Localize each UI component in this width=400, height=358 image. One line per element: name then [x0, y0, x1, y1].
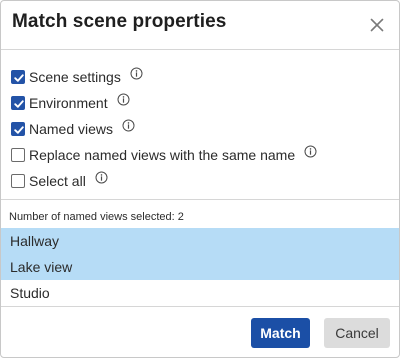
replace-named-views-label: Replace named views with the same name	[29, 147, 296, 163]
close-button[interactable]	[365, 13, 389, 37]
section-divider	[1, 199, 399, 200]
list-item-hallway[interactable]: Hallway	[1, 228, 399, 254]
info-icon[interactable]	[122, 119, 135, 132]
select-all-checkbox[interactable]	[11, 174, 25, 188]
cancel-button[interactable]: Cancel	[324, 318, 390, 348]
select-all-label: Select all	[29, 173, 86, 189]
list-item-studio[interactable]: Studio	[1, 280, 399, 306]
option-scene-settings[interactable]: Scene settings	[11, 64, 317, 90]
named-views-checkbox[interactable]	[11, 122, 25, 136]
info-icon[interactable]	[117, 93, 130, 106]
options-list: Scene settings Environment Named views R…	[11, 64, 317, 194]
named-views-label: Named views	[29, 121, 114, 137]
dialog-footer: Match Cancel	[1, 306, 399, 357]
scene-settings-checkbox[interactable]	[11, 70, 25, 84]
environment-checkbox[interactable]	[11, 96, 25, 110]
match-scene-properties-dialog: Match scene properties Scene settings En…	[0, 0, 400, 358]
info-icon[interactable]	[130, 67, 143, 80]
option-select-all[interactable]: Select all	[11, 168, 317, 194]
dialog-header: Match scene properties	[1, 1, 399, 50]
info-icon[interactable]	[95, 171, 108, 184]
match-button[interactable]: Match	[251, 318, 310, 348]
named-views-count: Number of named views selected: 2	[9, 211, 184, 223]
info-icon[interactable]	[304, 145, 317, 158]
named-views-list: Hallway Lake view Studio	[1, 228, 399, 306]
option-named-views[interactable]: Named views	[11, 116, 317, 142]
dialog-title: Match scene properties	[12, 11, 227, 32]
close-icon	[370, 18, 384, 32]
option-environment[interactable]: Environment	[11, 90, 317, 116]
list-item-lake-view[interactable]: Lake view	[1, 254, 399, 280]
environment-label: Environment	[29, 95, 108, 111]
option-replace-named-views[interactable]: Replace named views with the same name	[11, 142, 317, 168]
replace-named-views-checkbox[interactable]	[11, 148, 25, 162]
scene-settings-label: Scene settings	[29, 69, 121, 85]
